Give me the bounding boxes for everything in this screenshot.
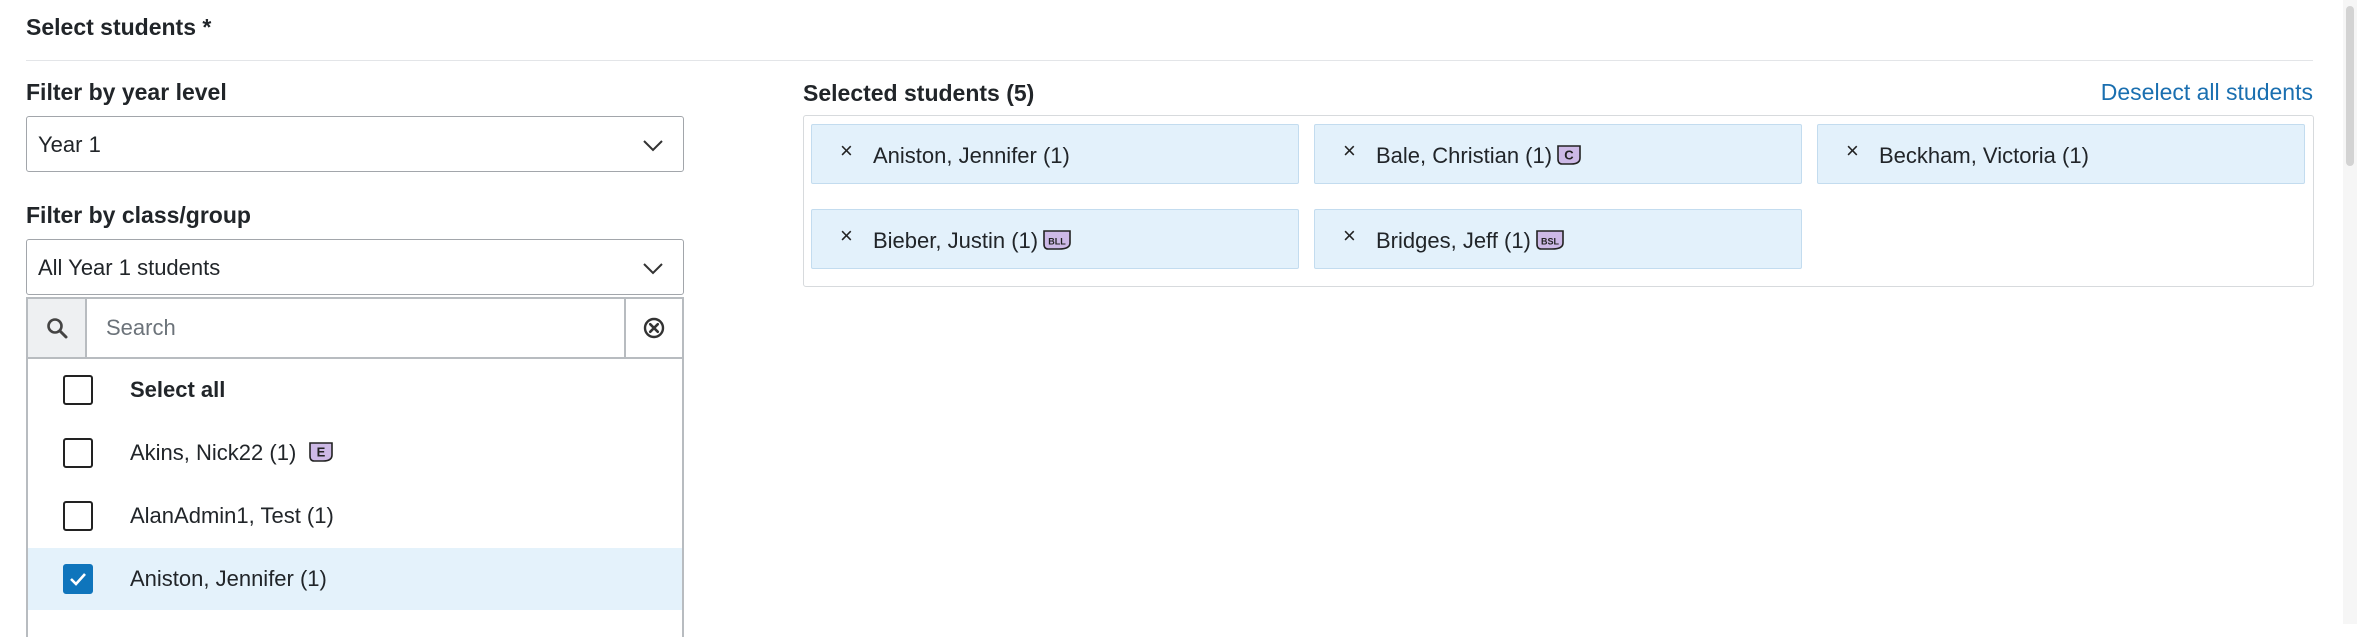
clear-search-button[interactable] [624, 299, 682, 357]
checkbox[interactable] [63, 564, 93, 594]
chevron-down-icon [643, 140, 663, 152]
svg-text:BSL: BSL [1541, 237, 1560, 247]
selected-student-chip: × Bale, Christian (1) C [1314, 124, 1802, 184]
checkbox[interactable] [63, 375, 93, 405]
selected-student-chip: × Aniston, Jennifer (1) [811, 124, 1299, 184]
svg-text:C: C [1564, 148, 1574, 163]
select-all-option[interactable]: Select all [28, 359, 682, 421]
check-icon [70, 573, 86, 586]
search-icon [28, 299, 87, 357]
chip-student-name: Aniston, Jennifer (1) [873, 143, 1070, 168]
remove-student-icon[interactable]: × [840, 138, 853, 164]
student-tag-badge: C [1557, 145, 1581, 165]
clear-circle-icon [643, 317, 665, 339]
student-tag-badge: BSL [1536, 230, 1564, 250]
chip-student-name: Bieber, Justin (1) [873, 228, 1039, 253]
selected-student-chip: × Bridges, Jeff (1) BSL [1314, 209, 1802, 269]
section-title: Select students * [26, 14, 212, 40]
year-level-value: Year 1 [38, 132, 101, 157]
scrollbar-thumb[interactable] [2346, 6, 2354, 166]
search-row [28, 299, 682, 359]
student-tag-badge: E [309, 442, 334, 462]
option-label: AlanAdmin1, Test (1) [130, 503, 334, 528]
student-option[interactable]: Aniston, Jennifer (1) [28, 548, 682, 610]
selected-student-chip: × Beckham, Victoria (1) [1817, 124, 2305, 184]
remove-student-icon[interactable]: × [1846, 138, 1859, 164]
search-input[interactable] [88, 299, 618, 357]
svg-text:BLL: BLL [1048, 237, 1066, 247]
svg-text:E: E [317, 445, 326, 460]
selected-student-chip: × Bieber, Justin (1) BLL [811, 209, 1299, 269]
chip-student-name: Beckham, Victoria (1) [1879, 143, 2089, 168]
student-dropdown: Select all Akins, Nick22 (1) E AlanAdmin1, … [26, 297, 684, 637]
class-group-select[interactable]: All Year 1 students [26, 239, 684, 295]
chip-student-name: Bale, Christian (1) [1376, 143, 1553, 168]
option-label: Aniston, Jennifer (1) [130, 566, 327, 591]
page-scrollbar[interactable] [2343, 0, 2357, 624]
deselect-all-link[interactable]: Deselect all students [2101, 79, 2313, 106]
class-filter-label: Filter by class/group [26, 202, 251, 228]
checkbox[interactable] [63, 501, 93, 531]
divider [26, 60, 2313, 61]
option-label: Select all [130, 377, 226, 402]
student-tag-badge: BLL [1043, 230, 1071, 250]
remove-student-icon[interactable]: × [840, 223, 853, 249]
chip-student-name: Bridges, Jeff (1) [1376, 228, 1531, 253]
selected-students-title: Selected students (5) [803, 80, 1035, 106]
student-option[interactable]: Akins, Nick22 (1) E [28, 422, 682, 484]
remove-student-icon[interactable]: × [1343, 223, 1356, 249]
student-option[interactable]: AlanAdmin1, Test (1) [28, 485, 682, 547]
checkbox[interactable] [63, 438, 93, 468]
option-label: Akins, Nick22 (1) [130, 440, 297, 465]
year-filter-label: Filter by year level [26, 79, 227, 105]
chevron-down-icon [643, 263, 663, 275]
class-group-value: All Year 1 students [38, 255, 221, 280]
selected-students-panel: × Aniston, Jennifer (1) × Bale, Christian (… [803, 115, 2314, 287]
year-level-select[interactable]: Year 1 [26, 116, 684, 172]
remove-student-icon[interactable]: × [1343, 138, 1356, 164]
